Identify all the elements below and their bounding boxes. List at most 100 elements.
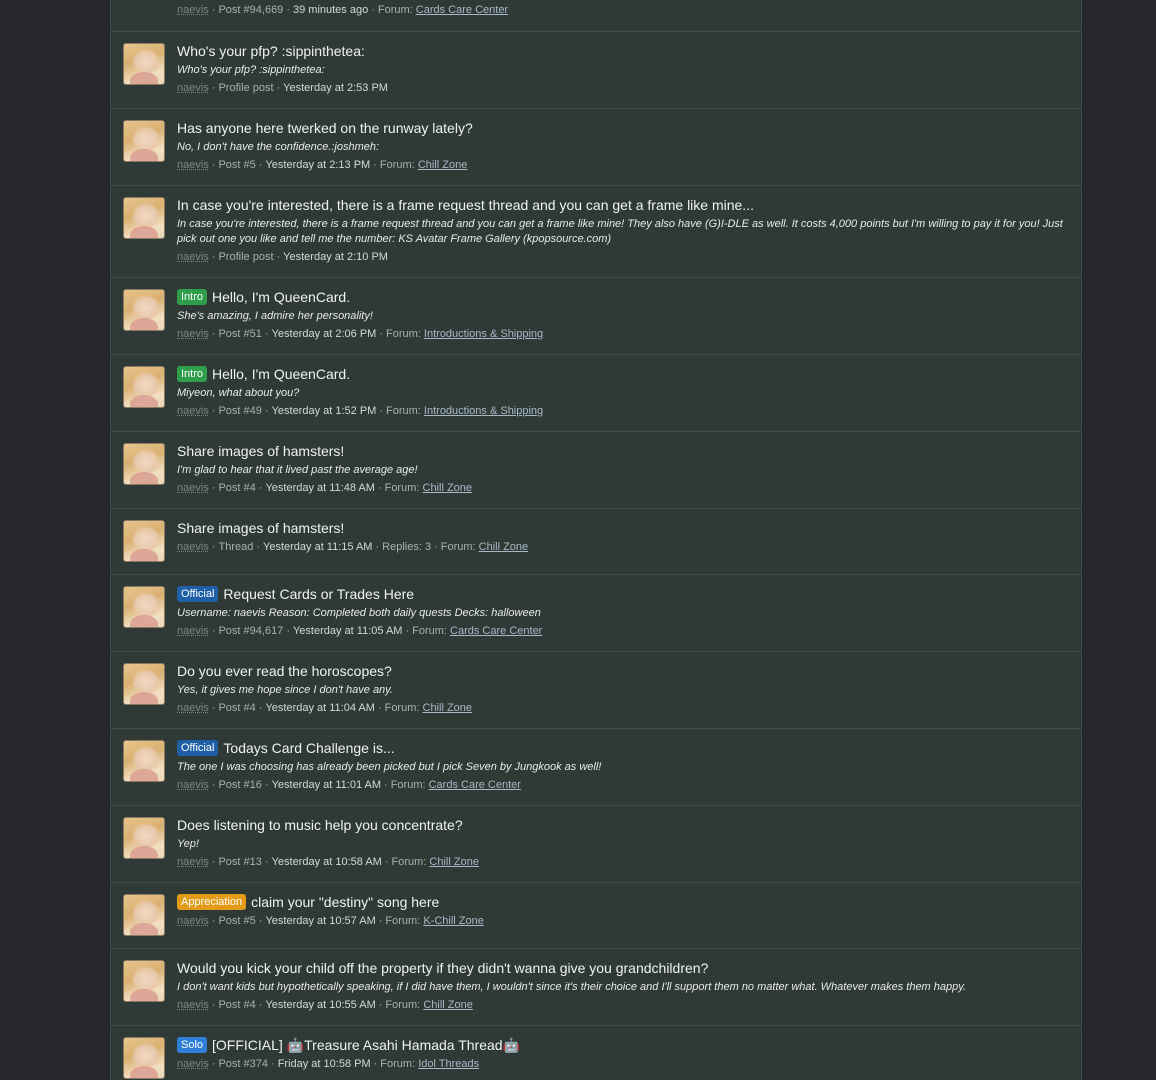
forum-link[interactable]: Chill Zone (479, 541, 529, 553)
item-title-text[interactable]: In case you're interested, there is a fr… (177, 196, 754, 214)
forum-link[interactable]: Chill Zone (429, 856, 479, 868)
user-avatar[interactable] (123, 663, 165, 705)
meta-separator: · (258, 702, 263, 714)
username-link[interactable]: naevis (177, 999, 209, 1011)
item-title-text[interactable]: Share images of hamsters! (177, 442, 344, 460)
forum-link[interactable]: Cards Care Center (416, 4, 508, 16)
meta-separator: · (211, 915, 216, 927)
forum-link[interactable]: Introductions & Shipping (424, 405, 543, 417)
item-title[interactable]: Has anyone here twerked on the runway la… (177, 119, 1069, 137)
user-avatar[interactable] (123, 520, 165, 562)
meta-separator: · (264, 779, 269, 791)
item-title[interactable]: Share images of hamsters! (177, 519, 1069, 537)
username-link[interactable]: naevis (177, 82, 209, 94)
item-title-text[interactable]: Todays Card Challenge is... (223, 739, 394, 757)
meta-separator: · (384, 856, 389, 868)
username-link[interactable]: naevis (177, 1058, 209, 1070)
item-title[interactable]: Would you kick your child off the proper… (177, 959, 1069, 977)
item-title-text[interactable]: [OFFICIAL] 🤖Treasure Asahi Hamada Thread… (212, 1036, 520, 1054)
meta-separator: · (405, 625, 410, 637)
item-title-text[interactable]: claim your "destiny" song here (251, 893, 439, 911)
username-link[interactable]: naevis (177, 251, 209, 263)
item-title[interactable]: Who's your pfp? :sippinthetea: (177, 42, 1069, 60)
meta-separator: · (211, 82, 216, 94)
item-meta: naevis · Profile post · Yesterday at 2:53 PM (177, 81, 1069, 96)
user-avatar[interactable] (123, 586, 165, 628)
item-title-text[interactable]: Request Cards or Trades Here (223, 585, 414, 603)
user-avatar[interactable] (123, 120, 165, 162)
item-title-text[interactable]: Hello, I'm QueenCard. (212, 365, 350, 383)
forum-link[interactable]: Cards Care Center (429, 779, 521, 791)
item-title[interactable]: Official Request Cards or Trades Here (177, 585, 1069, 603)
item-title[interactable]: In case you're interested, there is a fr… (177, 196, 1069, 214)
item-meta: naevis · Post #94,669 · 39 minutes ago · Forum… (177, 3, 1069, 18)
item-meta: naevis · Post #5 · Yesterday at 2:13 PM · Foru… (177, 158, 1069, 173)
item-title[interactable]: Intro Hello, I'm QueenCard. (177, 288, 1069, 306)
item-title[interactable]: Official Todays Card Challenge is... (177, 739, 1069, 757)
meta-separator: · (379, 328, 384, 340)
item-title-text[interactable]: Would you kick your child off the proper… (177, 959, 708, 977)
user-avatar[interactable] (123, 740, 165, 782)
item-title-text[interactable]: Hello, I'm QueenCard. (212, 288, 350, 306)
meta-separator: · (256, 541, 260, 553)
activity-item: Does listening to music help you concent… (111, 806, 1081, 883)
user-avatar[interactable] (123, 443, 165, 485)
username-link[interactable]: naevis (177, 159, 209, 171)
forum-link[interactable]: Idol Threads (418, 1058, 479, 1070)
timestamp: Yesterday at 2:53 PM (283, 82, 388, 94)
user-avatar[interactable] (123, 366, 165, 408)
prefix-badge: Solo (177, 1037, 208, 1053)
forum-link[interactable]: Chill Zone (423, 702, 473, 714)
item-title-text[interactable]: Does listening to music help you concent… (177, 816, 463, 834)
item-title[interactable]: Appreciation claim your "destiny" song he… (177, 893, 1069, 911)
user-avatar[interactable] (123, 1037, 165, 1079)
username-link[interactable]: naevis (177, 541, 209, 553)
forum-label: Forum: (380, 1058, 416, 1070)
meta-separator: · (378, 999, 383, 1011)
username-link[interactable]: naevis (177, 405, 209, 417)
forum-link[interactable]: Chill Zone (423, 999, 473, 1011)
username-link[interactable]: naevis (177, 328, 209, 340)
user-avatar[interactable] (123, 289, 165, 331)
item-title[interactable]: Solo [OFFICIAL] 🤖Treasure Asahi Hamada Th… (177, 1036, 1069, 1054)
forum-link[interactable]: Chill Zone (418, 159, 468, 171)
user-avatar[interactable] (123, 43, 165, 85)
content-type: Post #94,617 (218, 625, 284, 637)
meta-separator: · (211, 856, 216, 868)
username-link[interactable]: naevis (177, 856, 209, 868)
username-link[interactable]: naevis (177, 915, 209, 927)
item-title-text[interactable]: Do you ever read the horoscopes? (177, 662, 392, 680)
item-title[interactable]: Does listening to music help you concent… (177, 816, 1069, 834)
username-link[interactable]: naevis (177, 702, 209, 714)
content-type: Post #49 (218, 405, 262, 417)
username-link[interactable]: naevis (177, 779, 209, 791)
content-type: Post #5 (218, 159, 256, 171)
forum-link[interactable]: Chill Zone (423, 482, 473, 494)
user-avatar[interactable] (123, 960, 165, 1002)
item-title-text[interactable]: Share images of hamsters! (177, 519, 344, 537)
forum-link[interactable]: Cards Care Center (450, 625, 542, 637)
activity-item: Official Request Cards or Trades Here User… (111, 575, 1081, 652)
forum-link[interactable]: K-Chill Zone (423, 915, 484, 927)
item-title-text[interactable]: Who's your pfp? :sippinthetea: (177, 42, 365, 60)
timestamp: Yesterday at 10:55 AM (265, 999, 376, 1011)
meta-separator: · (286, 4, 290, 16)
forum-link[interactable]: Introductions & Shipping (424, 328, 543, 340)
meta-separator: · (211, 625, 216, 637)
prefix-badge: Appreciation (177, 894, 247, 910)
meta-separator: · (377, 482, 382, 494)
item-snippet: Yes, it gives me hope since I don't have… (177, 684, 393, 696)
username-link[interactable]: naevis (177, 625, 209, 637)
item-title-text[interactable]: Has anyone here twerked on the runway la… (177, 119, 473, 137)
username-link[interactable]: naevis (177, 4, 209, 16)
item-title[interactable]: Intro Hello, I'm QueenCard. (177, 365, 1069, 383)
content-type: Post #374 (218, 1058, 269, 1070)
activity-item: Intro Hello, I'm QueenCard. Miyeon, what a… (111, 355, 1081, 432)
prefix-badge: Intro (177, 366, 208, 382)
user-avatar[interactable] (123, 197, 165, 239)
user-avatar[interactable] (123, 894, 165, 936)
item-title[interactable]: Do you ever read the horoscopes? (177, 662, 1069, 680)
user-avatar[interactable] (123, 817, 165, 859)
item-title[interactable]: Share images of hamsters! (177, 442, 1069, 460)
username-link[interactable]: naevis (177, 482, 209, 494)
